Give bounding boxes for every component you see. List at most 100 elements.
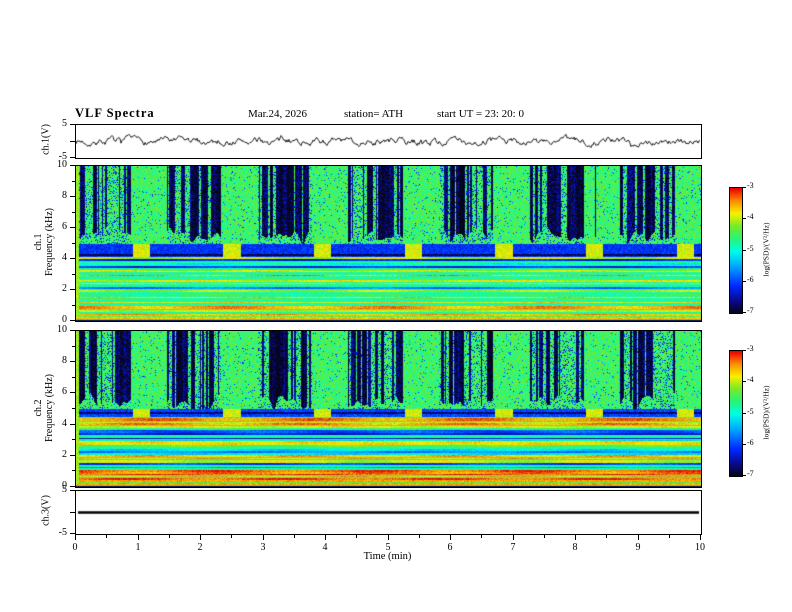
y-tick bbox=[70, 486, 75, 487]
y-minor-tick bbox=[72, 305, 75, 306]
x-tick bbox=[638, 535, 639, 540]
colorbar-tick bbox=[743, 413, 746, 414]
start-ut-label: start UT = 23: 20: 0 bbox=[437, 108, 524, 120]
x-minor-tick bbox=[481, 535, 482, 538]
y-minor-tick bbox=[72, 181, 75, 182]
x-tick-label: 0 bbox=[72, 542, 78, 553]
y-tick-label: -5 bbox=[58, 527, 67, 538]
y-tick-label: 10 bbox=[57, 159, 67, 170]
y-tick-label: 8 bbox=[62, 355, 67, 366]
ch1-waveform-plot bbox=[75, 124, 702, 159]
y-tick-label: 6 bbox=[62, 386, 67, 397]
colorbar-tick bbox=[743, 281, 746, 282]
colorbar-tick-label: -5 bbox=[747, 407, 754, 416]
colorbar-tick-label: -6 bbox=[747, 275, 754, 284]
x-minor-tick bbox=[231, 535, 232, 538]
colorbar-tick bbox=[743, 187, 746, 188]
colorbar-tick-label: -5 bbox=[747, 244, 754, 253]
y-tick bbox=[70, 392, 75, 393]
colorbar-tick-label: -6 bbox=[747, 438, 754, 447]
figure-title: VLF Spectra bbox=[75, 106, 155, 120]
colorbar-tick bbox=[743, 475, 746, 476]
ch2-spectrogram bbox=[75, 330, 702, 488]
colorbar-tick bbox=[743, 350, 746, 351]
x-minor-tick bbox=[106, 535, 107, 538]
ch1-frequency-axis-label: ch.1 Frequency (kHz) bbox=[33, 162, 55, 322]
y-minor-tick bbox=[72, 243, 75, 244]
ch1-spectrogram bbox=[75, 165, 702, 322]
x-tick bbox=[388, 535, 389, 540]
x-tick-label: 8 bbox=[572, 542, 578, 553]
y-tick-label: 2 bbox=[62, 283, 67, 294]
y-minor-tick bbox=[72, 377, 75, 378]
x-tick bbox=[200, 535, 201, 540]
x-tick-label: 1 bbox=[135, 542, 141, 553]
colorbar-ch1 bbox=[729, 187, 743, 314]
y-tick bbox=[70, 124, 75, 125]
y-tick bbox=[70, 320, 75, 321]
x-tick bbox=[263, 535, 264, 540]
x-minor-tick bbox=[356, 535, 357, 538]
y-tick bbox=[70, 490, 75, 491]
x-tick-label: 9 bbox=[635, 542, 641, 553]
y-tick bbox=[70, 455, 75, 456]
x-minor-tick bbox=[419, 535, 420, 538]
colorbar-tick-label: -3 bbox=[747, 344, 754, 353]
y-tick bbox=[70, 157, 75, 158]
x-tick-label: 10 bbox=[695, 542, 705, 553]
y-minor-tick bbox=[72, 470, 75, 471]
y-tick bbox=[70, 227, 75, 228]
y-tick bbox=[70, 361, 75, 362]
y-tick-label: 8 bbox=[62, 190, 67, 201]
y-tick bbox=[70, 258, 75, 259]
y-tick-label: 10 bbox=[57, 324, 67, 335]
colorbar-tick-label: -7 bbox=[747, 306, 754, 315]
x-minor-tick bbox=[544, 535, 545, 538]
y-tick-label: 4 bbox=[62, 418, 67, 429]
x-tick bbox=[700, 535, 701, 540]
y-tick bbox=[70, 330, 75, 331]
y-tick bbox=[70, 165, 75, 166]
colorbar-tick bbox=[743, 312, 746, 313]
x-tick bbox=[75, 535, 76, 540]
colorbar-tick-label: -7 bbox=[747, 469, 754, 478]
colorbar-ch2 bbox=[729, 350, 743, 477]
y-tick bbox=[70, 196, 75, 197]
station-label: station= ATH bbox=[344, 108, 404, 120]
y-tick bbox=[70, 424, 75, 425]
x-tick-label: 7 bbox=[510, 542, 516, 553]
x-minor-tick bbox=[606, 535, 607, 538]
vlf-spectra-figure: VLF Spectra Mar.24, 2026 station= ATH st… bbox=[0, 0, 792, 612]
y-minor-tick bbox=[72, 346, 75, 347]
colorbar-tick bbox=[743, 444, 746, 445]
y-tick-label: 4 bbox=[62, 252, 67, 263]
colorbar-tick bbox=[743, 381, 746, 382]
y-tick bbox=[70, 141, 75, 142]
x-tick bbox=[138, 535, 139, 540]
y-tick bbox=[70, 289, 75, 290]
x-tick-label: 4 bbox=[322, 542, 328, 553]
y-minor-tick bbox=[72, 439, 75, 440]
x-minor-tick bbox=[669, 535, 670, 538]
colorbar-tick-label: -3 bbox=[747, 181, 754, 190]
y-minor-tick bbox=[72, 408, 75, 409]
x-tick-label: 2 bbox=[197, 542, 203, 553]
x-tick bbox=[513, 535, 514, 540]
x-tick-label: 5 bbox=[385, 542, 391, 553]
y-tick-label: 5 bbox=[62, 118, 67, 129]
y-minor-tick bbox=[72, 274, 75, 275]
colorbar-tick-label: -4 bbox=[747, 375, 754, 384]
x-tick bbox=[325, 535, 326, 540]
date-label: Mar.24, 2026 bbox=[248, 108, 307, 120]
y-tick bbox=[70, 512, 75, 513]
y-tick-label: 2 bbox=[62, 449, 67, 460]
y-minor-tick bbox=[72, 212, 75, 213]
x-tick-label: 6 bbox=[447, 542, 453, 553]
x-tick bbox=[450, 535, 451, 540]
colorbar-tick bbox=[743, 250, 746, 251]
ch1-axis-label-line1: ch.1 bbox=[33, 233, 44, 251]
y-tick-label: 5 bbox=[62, 484, 67, 495]
x-minor-tick bbox=[294, 535, 295, 538]
colorbar-tick bbox=[743, 218, 746, 219]
ch1-axis-label-line2: Frequency (kHz) bbox=[44, 207, 55, 277]
